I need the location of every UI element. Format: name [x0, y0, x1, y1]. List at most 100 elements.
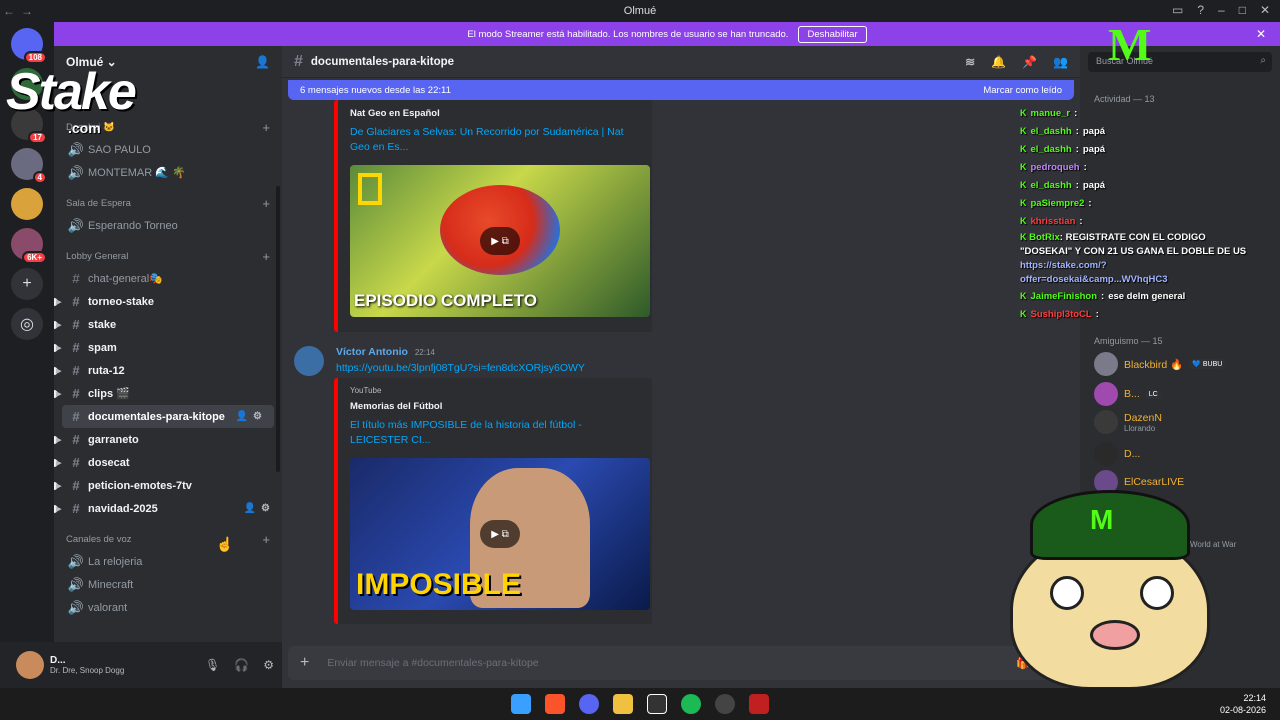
channel-peticion[interactable]: ▶ # peticion-emotes-7tv	[54, 474, 282, 497]
hash-icon: #	[72, 363, 80, 378]
channel-garraneto[interactable]: ▶ # garraneto	[54, 428, 282, 451]
windows-start-icon[interactable]	[511, 694, 531, 714]
obs-icon[interactable]	[715, 694, 735, 714]
hash-icon: #	[72, 386, 80, 401]
stream-chat-overlay: Kmanue_r: Kel_dashh: papá Kel_dashh: pap…	[1020, 104, 1250, 323]
add-channel-icon[interactable]: +	[262, 249, 270, 264]
brave-icon[interactable]	[545, 694, 565, 714]
add-channel-icon[interactable]: +	[262, 120, 270, 135]
channel-clips[interactable]: ▶ # clips 🎬	[54, 382, 282, 405]
microphone-icon[interactable]: 🎙	[205, 658, 220, 672]
channel-valorant[interactable]: 🔊 valorant	[54, 596, 282, 619]
kick-icon: K	[1020, 232, 1027, 242]
kick-icon: K	[1020, 108, 1027, 118]
kick-icon: K	[1020, 180, 1027, 190]
invite-icon[interactable]: 👤	[255, 55, 270, 69]
sidebar-scrollbar[interactable]	[276, 186, 280, 472]
member-item[interactable]: DazenN Llorando	[1094, 410, 1162, 434]
members-icon[interactable]: 👥	[1053, 55, 1068, 69]
invite-icon[interactable]: 👤	[244, 503, 256, 514]
channel-esperando[interactable]: 🔊 Esperando Torneo	[54, 214, 282, 237]
channel-stake[interactable]: ▶ # stake	[54, 313, 282, 336]
chat-line: Kel_dashh: papá	[1020, 125, 1106, 137]
message-link[interactable]: https://youtu.be/3lpnfj08TgU?si=fen8dcXO…	[336, 362, 585, 374]
video-thumbnail[interactable]: ▶ ⧉ EPISODIO COMPLETO	[350, 165, 650, 317]
gear-icon[interactable]: ⚙	[261, 503, 270, 514]
avatar[interactable]	[294, 346, 324, 376]
channel-navidad[interactable]: ▶ # navidad-2025 👤 ⚙	[54, 497, 282, 520]
channel-dosecat[interactable]: ▶ # dosecat	[54, 451, 282, 474]
new-messages-text: 6 mensajes nuevos desde las 22:11	[300, 84, 451, 96]
category-voz[interactable]: Canales de voz +	[54, 528, 282, 550]
channel-ruta-12[interactable]: ▶ # ruta-12	[54, 359, 282, 382]
message-input[interactable]: Enviar mensaje a #documentales-para-kito…	[327, 657, 538, 669]
minimize-icon[interactable]: –	[1218, 3, 1225, 17]
embed-title[interactable]: El título más IMPOSIBLE de la historia d…	[350, 418, 640, 448]
guild-icon[interactable]: 6K+	[11, 228, 47, 264]
new-messages-bar[interactable]: 6 mensajes nuevos desde las 22:11 Marcar…	[288, 80, 1074, 100]
user-info[interactable]: D... Dr. Dre, Snoop Dogg	[50, 655, 124, 675]
channel-montemar[interactable]: 🔊 MONTEMAR 🌊 🌴	[54, 161, 282, 184]
inbox-icon[interactable]: ▭	[1172, 3, 1183, 17]
play-icon[interactable]: ▶ ⧉	[480, 520, 520, 548]
headphones-icon[interactable]: 🎧	[234, 658, 249, 672]
gear-icon[interactable]: ⚙	[263, 658, 274, 672]
gear-icon[interactable]: ⚙	[253, 411, 262, 422]
kick-icon: K	[1020, 309, 1027, 319]
discover-icon[interactable]: ◎	[11, 308, 43, 340]
channel-spam[interactable]: ▶ # spam	[54, 336, 282, 359]
category-lobby[interactable]: Lobby General +	[54, 245, 282, 267]
hash-icon: #	[72, 409, 80, 424]
embed-author[interactable]: Nat Geo en Español	[350, 108, 640, 119]
pin-icon[interactable]: 📌	[1022, 55, 1037, 69]
channel-documentales[interactable]: # documentales-para-kitope 👤 ⚙	[62, 405, 274, 428]
add-channel-icon[interactable]: +	[262, 196, 270, 211]
bell-icon[interactable]: 🔔	[991, 55, 1006, 69]
invite-icon[interactable]: 👤	[236, 411, 248, 422]
threads-icon[interactable]: ≋	[965, 55, 975, 69]
channel-relojeria[interactable]: 🔊 La relojeria	[54, 550, 282, 573]
channel-minecraft[interactable]: 🔊 Minecraft	[54, 573, 282, 596]
avatar[interactable]	[16, 651, 44, 679]
close-icon[interactable]: ✕	[1260, 3, 1270, 17]
member-item[interactable]: B... LC	[1094, 382, 1161, 406]
user-status: Dr. Dre, Snoop Dogg	[50, 666, 125, 675]
help-icon[interactable]: ?	[1197, 3, 1204, 17]
window-controls: ▭ ? – □ ✕	[1172, 3, 1270, 17]
kick-icon: K	[1020, 291, 1027, 301]
message-author[interactable]: Víctor Antonio	[336, 346, 408, 358]
voice-controls: 🎙 🎧 ⚙	[205, 658, 274, 672]
attach-icon[interactable]: +	[300, 654, 309, 672]
play-icon[interactable]: ▶ ⧉	[480, 227, 520, 255]
media-icon[interactable]	[647, 694, 667, 714]
add-channel-icon[interactable]: +	[262, 532, 270, 547]
member-item[interactable]: D...	[1094, 442, 1140, 466]
member-item[interactable]: Blackbird 🔥 💙 BUBU	[1094, 352, 1226, 376]
chat-line: Kmanue_r:	[1020, 107, 1078, 119]
mark-read-button[interactable]: Marcar como leído	[983, 85, 1062, 96]
channel-header: # documentales-para-kitope ≋ 🔔 📌 👥	[282, 46, 1080, 78]
video-thumbnail[interactable]: ▶ ⧉ IMPOSIBLE	[350, 458, 650, 610]
forward-button[interactable]: →	[18, 4, 36, 18]
folder-icon[interactable]	[613, 694, 633, 714]
guild-icon[interactable]	[11, 188, 43, 220]
back-button[interactable]: ←	[0, 4, 18, 18]
stake-logo-suffix: .com	[68, 120, 101, 136]
embed-author[interactable]: Memorias del Fútbol	[350, 401, 640, 412]
channel-chat-general[interactable]: # chat-general🎭	[54, 267, 282, 290]
thumbnail-caption: EPISODIO COMPLETO	[354, 291, 537, 310]
channel-torneo-stake[interactable]: ▶ # torneo-stake	[54, 290, 282, 313]
close-icon[interactable]: ✕	[1256, 27, 1266, 41]
discord-icon[interactable]	[579, 694, 599, 714]
system-clock[interactable]: 22:14 02-08-2026	[1220, 692, 1266, 716]
add-server-icon[interactable]: +	[11, 268, 43, 300]
message-composer[interactable]: + Enviar mensaje a #documentales-para-ki…	[288, 646, 1074, 680]
guild-icon[interactable]: 4	[11, 148, 47, 184]
category-sala[interactable]: Sala de Espera +	[54, 192, 282, 214]
speaker-icon: 🔊	[67, 553, 85, 569]
spotify-icon[interactable]	[681, 694, 701, 714]
app-icon[interactable]	[749, 694, 769, 714]
maximize-icon[interactable]: □	[1239, 3, 1246, 17]
embed-title[interactable]: De Glaciares a Selvas: Un Recorrido por …	[350, 125, 640, 155]
disable-button[interactable]: Deshabilitar	[798, 25, 867, 43]
